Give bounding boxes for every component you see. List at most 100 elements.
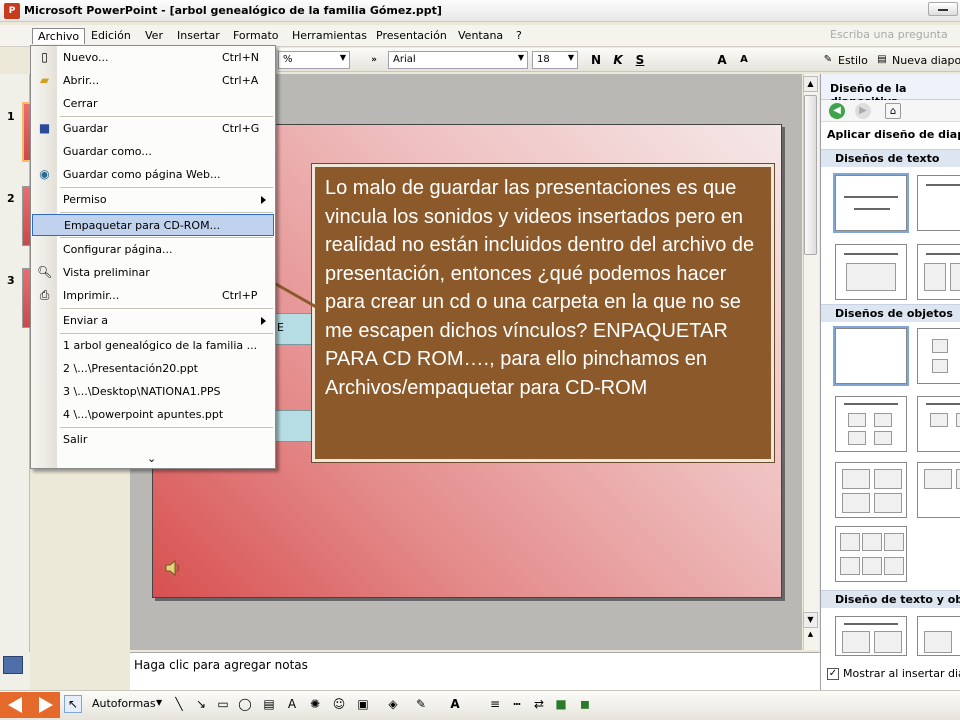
previous-slide-button[interactable]: [0, 692, 30, 718]
window-title: Microsoft PowerPoint - [arbol genealógic…: [24, 4, 442, 17]
menu-item-vista-preliminar[interactable]: 🔍︎ Vista preliminar: [32, 262, 274, 284]
chevron-down-icon: ▼: [567, 53, 574, 62]
ellipse-tool-icon[interactable]: ◯: [236, 695, 254, 713]
font-name-combo[interactable]: Arial ▼: [388, 51, 528, 69]
arrow-tool-icon[interactable]: ↘: [192, 695, 210, 713]
diagram-icon[interactable]: ✺: [306, 695, 324, 713]
slide-number: 1: [7, 110, 15, 123]
menu-item-enviar-a[interactable]: Enviar a: [32, 310, 274, 332]
menu-item-label: Permiso: [63, 193, 107, 206]
menu-item-imprimir[interactable]: ⎙ Imprimir... Ctrl+P: [32, 285, 274, 307]
menu-ventana[interactable]: Ventana: [453, 28, 508, 43]
new-slide-button[interactable]: Nueva diapos: [892, 54, 960, 67]
previous-slide-icon[interactable]: ▲: [803, 630, 818, 642]
clipart-icon[interactable]: ☺: [330, 695, 348, 713]
font-size-combo[interactable]: 18 ▼: [532, 51, 578, 69]
layout-content[interactable]: [917, 328, 960, 384]
slide-text-box[interactable]: E: [274, 313, 316, 345]
minimize-button[interactable]: [928, 2, 958, 16]
style-button[interactable]: Estilo: [838, 54, 868, 67]
layout-blank[interactable]: [833, 326, 909, 386]
menu-item-configurar-pagina[interactable]: Configurar página...: [32, 239, 274, 261]
menu-presentacion[interactable]: Presentación: [371, 28, 452, 43]
font-color-icon[interactable]: A: [446, 695, 464, 713]
menu-help[interactable]: ?: [511, 28, 527, 43]
menu-ver[interactable]: Ver: [140, 28, 168, 43]
layout-two-columns[interactable]: [917, 244, 960, 300]
menu-item-empaquetar[interactable]: Empaquetar para CD-ROM...: [32, 214, 274, 236]
expand-menu-icon[interactable]: ⌄: [147, 452, 156, 465]
apply-layout-label: Aplicar diseño de diapos: [827, 128, 960, 141]
layout-title-text[interactable]: [835, 244, 907, 300]
menu-item-recent-3[interactable]: 3 \...\Desktop\NATIONA1.PPS: [32, 381, 274, 403]
menu-item-cerrar[interactable]: Cerrar: [32, 93, 274, 115]
menu-formato[interactable]: Formato: [228, 28, 284, 43]
layout-title-content[interactable]: [917, 396, 960, 452]
text-box-icon[interactable]: ▤: [260, 695, 278, 713]
line-tool-icon[interactable]: ╲: [170, 695, 188, 713]
layout-four-content[interactable]: [835, 462, 907, 518]
back-icon[interactable]: ◀: [829, 103, 845, 119]
layout-four-content[interactable]: [917, 462, 960, 518]
zoom-combo[interactable]: % ▼: [278, 51, 350, 69]
fill-color-icon[interactable]: ◈: [384, 695, 402, 713]
shadow-style-icon[interactable]: ■: [552, 695, 570, 713]
menu-separator: [60, 427, 273, 428]
select-pointer-icon[interactable]: ↖: [64, 695, 82, 713]
insert-picture-icon[interactable]: ▣: [354, 695, 372, 713]
layout-title-slide[interactable]: [833, 173, 909, 233]
layout-title-content[interactable]: [835, 396, 907, 452]
menu-item-label: Empaquetar para CD-ROM...: [64, 219, 221, 232]
menu-item-guardar-como[interactable]: Guardar como...: [32, 141, 274, 163]
font-name-value: Arial: [393, 54, 416, 65]
menu-insertar[interactable]: Insertar: [172, 28, 225, 43]
menu-archivo[interactable]: Archivo: [32, 28, 86, 44]
menu-edicion[interactable]: Edición: [86, 28, 136, 43]
menu-item-recent-2[interactable]: 2 \...\Presentación20.ppt: [32, 358, 274, 380]
line-style-icon[interactable]: ≡: [486, 695, 504, 713]
3d-style-icon[interactable]: ◼: [576, 695, 594, 713]
slide-number: 2: [7, 192, 15, 205]
scrollbar-thumb[interactable]: [804, 95, 817, 255]
help-search-input[interactable]: Escriba una pregunta: [826, 28, 960, 44]
menu-item-nuevo[interactable]: ▯ Nuevo... Ctrl+N: [32, 47, 274, 69]
wordart-icon[interactable]: A: [283, 695, 301, 713]
menu-item-recent-4[interactable]: 4 \...\powerpoint apuntes.ppt: [32, 404, 274, 426]
menu-item-salir[interactable]: Salir: [32, 429, 274, 451]
home-icon[interactable]: ⌂: [885, 103, 901, 119]
rectangle-tool-icon[interactable]: ▭: [214, 695, 232, 713]
layout-title-only[interactable]: [917, 175, 960, 231]
speaker-icon[interactable]: [163, 559, 183, 577]
chevron-down-icon: ▼: [339, 53, 346, 62]
italic-button[interactable]: K: [610, 52, 626, 68]
menu-item-abrir[interactable]: ▰ Abrir... Ctrl+A: [32, 70, 274, 92]
decrease-font-icon[interactable]: A: [736, 52, 752, 68]
layout-text-object[interactable]: [917, 616, 960, 656]
dash-style-icon[interactable]: ┅: [508, 695, 526, 713]
scroll-up-icon[interactable]: ▲: [803, 76, 818, 92]
bold-button[interactable]: N: [588, 52, 604, 68]
toolbar-options-icon[interactable]: »: [366, 52, 382, 68]
menu-item-recent-1[interactable]: 1 arbol genealógico de la familia ...: [32, 335, 274, 357]
layout-six-content[interactable]: [835, 526, 907, 582]
menu-item-label: Configurar página...: [63, 243, 173, 256]
menu-item-label: Salir: [63, 433, 88, 446]
slide-text-box[interactable]: [274, 410, 316, 442]
arrow-style-icon[interactable]: ⇄: [530, 695, 548, 713]
notes-pane[interactable]: Haga clic para agregar notas: [130, 652, 820, 690]
menu-item-shortcut: Ctrl+N: [222, 51, 260, 64]
menu-item-guardar[interactable]: ■ Guardar Ctrl+G: [32, 118, 274, 140]
menu-item-guardar-web[interactable]: ◉ Guardar como página Web...: [32, 164, 274, 186]
line-color-icon[interactable]: ✎: [412, 695, 430, 713]
forward-icon[interactable]: ▶: [855, 103, 871, 119]
autoformas-button[interactable]: Autoformas: [92, 697, 156, 710]
layout-text-object[interactable]: [835, 616, 907, 656]
menu-item-permiso[interactable]: Permiso: [32, 189, 274, 211]
increase-font-icon[interactable]: A: [714, 52, 730, 68]
next-slide-button[interactable]: [30, 692, 60, 718]
normal-view-icon[interactable]: [3, 656, 23, 674]
scroll-down-icon[interactable]: ▼: [803, 612, 818, 628]
show-on-insert-checkbox[interactable]: ✓: [827, 668, 839, 680]
underline-button[interactable]: S: [632, 52, 648, 68]
menu-herramientas[interactable]: Herramientas: [287, 28, 372, 43]
